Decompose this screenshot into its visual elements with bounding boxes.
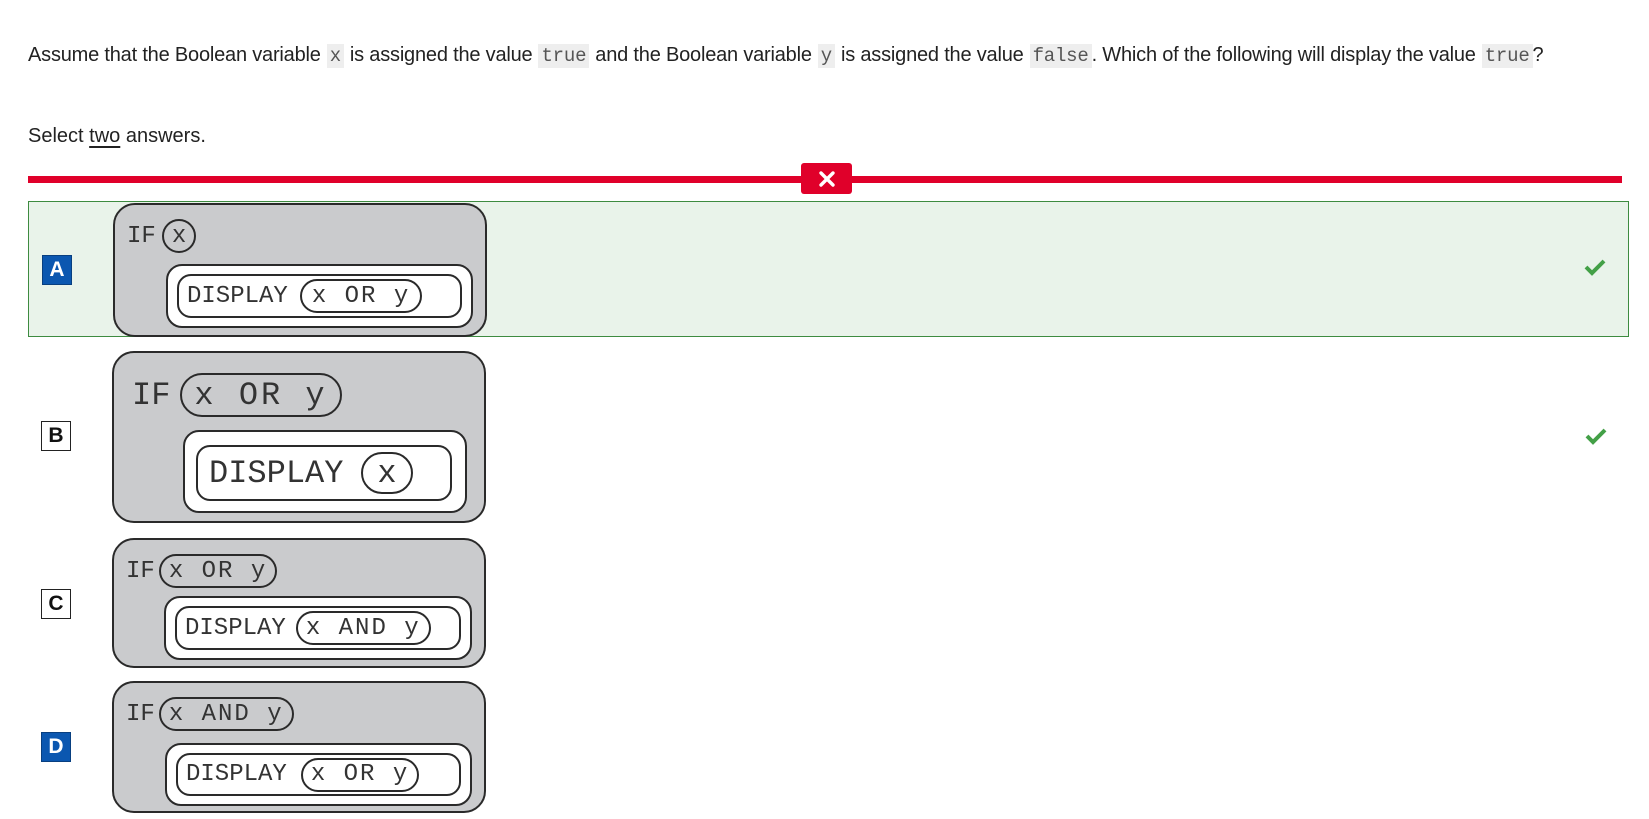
display-keyword: DISPLAY (185, 614, 286, 642)
if-keyword: IF (127, 222, 156, 250)
code-var-x: x (326, 44, 344, 68)
code-value-false: false (1029, 44, 1092, 68)
option-letter-badge: C (41, 589, 71, 619)
correct-check-icon (1584, 259, 1606, 276)
code-block: IF x OR y DISPLAY x AND y (112, 538, 486, 668)
display-block: DISPLAY x AND y (164, 596, 472, 660)
display-expr-text: x AND y (305, 614, 421, 642)
display-expr-text: x OR y (311, 282, 411, 310)
display-keyword: DISPLAY (209, 454, 344, 492)
option-c[interactable]: C IF x OR y DISPLAY x AND y (28, 538, 1629, 668)
question-text-part: is assigned the value (840, 44, 1024, 66)
question-text-part: Assume that the Boolean variable (28, 44, 321, 66)
option-d[interactable]: D IF x AND y DISPLAY x OR y (28, 681, 1629, 813)
condition-text: x (171, 222, 187, 250)
instruction-suffix: answers. (125, 125, 206, 147)
display-expr-pill: x AND y (295, 611, 431, 645)
instruction-emphasis: two (89, 125, 121, 147)
question-text-part: and the Boolean variable (595, 44, 812, 66)
display-keyword: DISPLAY (187, 282, 288, 310)
instruction-text: Select two answers. (28, 125, 206, 148)
question-text-part: ? (1532, 44, 1544, 66)
code-block: IF x AND y DISPLAY x OR y (112, 681, 486, 813)
condition-text: x OR y (194, 376, 328, 414)
condition-pill: x OR y (180, 373, 342, 417)
option-letter-badge: D (41, 732, 71, 762)
display-block: DISPLAY x (183, 430, 467, 513)
correct-check-icon (1585, 428, 1607, 445)
question-text-part: . Which of the following will display th… (1091, 44, 1476, 66)
option-letter-badge: A (42, 255, 72, 285)
option-letter-badge: B (41, 421, 71, 451)
display-expr-pill: x OR y (299, 279, 423, 313)
display-expr-text: x (377, 454, 397, 492)
if-keyword: IF (126, 700, 155, 728)
display-keyword: DISPLAY (186, 761, 287, 788)
if-keyword: IF (126, 557, 155, 585)
display-expr-pill: x (361, 452, 413, 494)
code-value-true: true (538, 44, 590, 68)
code-block: IF x DISPLAY x OR y (113, 203, 487, 337)
condition-text: x AND y (168, 700, 284, 728)
display-block: DISPLAY x OR y (166, 264, 473, 328)
condition-pill: x (161, 219, 197, 253)
condition-text: x OR y (168, 557, 268, 585)
question-text-part: is assigned the value (349, 44, 533, 66)
display-expr-text: x OR y (310, 761, 410, 788)
condition-pill: x OR y (158, 554, 278, 588)
result-badge-incorrect (801, 163, 852, 194)
option-b[interactable]: B IF x OR y DISPLAY x (28, 351, 1629, 523)
code-var-y: y (817, 44, 835, 68)
display-block: DISPLAY x OR y (165, 743, 472, 806)
instruction-prefix: Select (28, 125, 84, 147)
display-expr-pill: x OR y (300, 757, 420, 792)
close-icon (818, 170, 835, 187)
condition-pill: x AND y (158, 697, 294, 731)
code-block: IF x OR y DISPLAY x (112, 351, 486, 523)
code-value-true: true (1481, 44, 1533, 68)
if-keyword: IF (132, 376, 171, 414)
question-text: Assume that the Boolean variable x is assi… (28, 40, 1608, 72)
option-a[interactable]: A IF x DISPLAY x OR y (28, 201, 1629, 337)
